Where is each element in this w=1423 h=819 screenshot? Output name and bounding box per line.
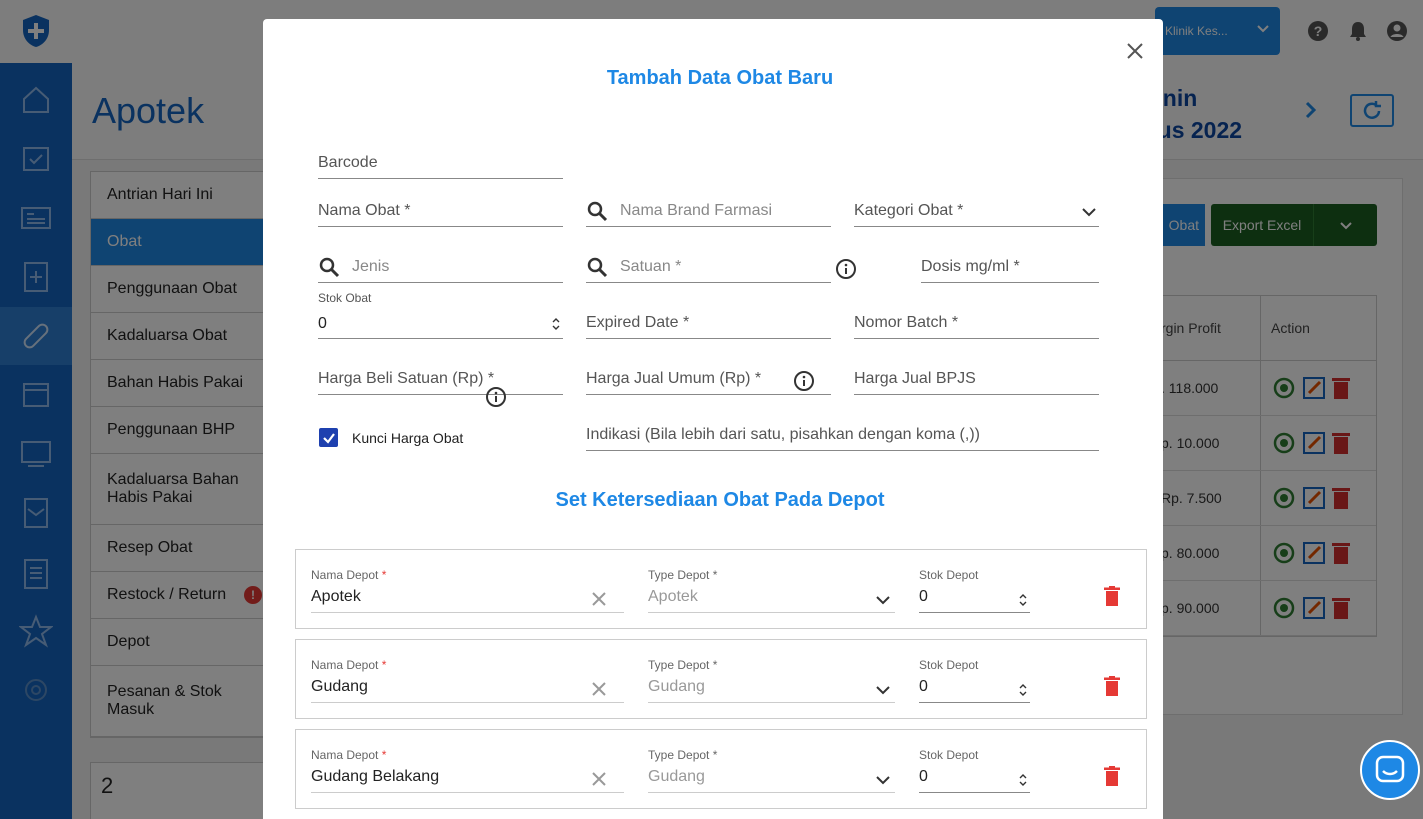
stok-depot-field[interactable]: Stok Depot 0 [919, 658, 1030, 703]
stok-obat-value: 0 [318, 315, 327, 332]
clear-icon[interactable] [590, 770, 608, 788]
stok-depot-label: Stok Depot [919, 568, 979, 582]
satuan-placeholder: Satuan * [620, 258, 682, 275]
type-depot-select[interactable]: Type Depot * Gudang [648, 748, 895, 793]
type-depot-value: Apotek [648, 588, 698, 605]
depot-section-title: Set Ketersediaan Obat Pada Depot [555, 489, 885, 511]
indikasi-field[interactable]: Indikasi (Bila lebih dari satu, pisahkan… [586, 421, 1099, 451]
clear-icon[interactable] [590, 590, 608, 608]
nomor-batch-label: Nomor Batch * [854, 314, 959, 331]
type-depot-select[interactable]: Type Depot * Gudang [648, 658, 895, 703]
delete-depot-icon[interactable] [1104, 676, 1120, 696]
type-depot-select[interactable]: Type Depot * Apotek [648, 568, 895, 613]
depot-row: Nama Depot * Gudang Type Depot * Gudang Stok… [295, 639, 1147, 719]
stok-depot-value: 0 [919, 678, 928, 695]
required-marker: * [381, 568, 387, 582]
stepper-icon[interactable] [1018, 772, 1028, 788]
chevron-down-icon [876, 686, 890, 695]
nomor-batch-field[interactable]: Nomor Batch * [854, 309, 1099, 339]
info-icon[interactable] [835, 258, 857, 280]
nama-depot-label: Nama Depot * [311, 658, 386, 672]
nama-depot-field[interactable]: Nama Depot * Gudang Belakang [311, 748, 624, 793]
jenis-field[interactable]: Jenis [318, 253, 563, 283]
stok-depot-value: 0 [919, 768, 928, 785]
harga-beli-field[interactable]: Harga Beli Satuan (Rp) * [318, 365, 563, 395]
stok-depot-field[interactable]: Stok Depot 0 [919, 748, 1030, 793]
type-depot-label: Type Depot * [648, 568, 718, 582]
nama-depot-value: Gudang Belakang [311, 768, 440, 785]
info-icon[interactable] [485, 386, 507, 408]
harga-jual-label: Harga Jual Umum (Rp) * [586, 370, 762, 387]
search-icon [587, 201, 608, 222]
required-marker: * [381, 658, 387, 672]
chevron-down-icon [876, 596, 890, 605]
barcode-field[interactable]: Barcode [318, 149, 563, 179]
harga-beli-label: Harga Beli Satuan (Rp) * [318, 370, 495, 387]
nama-depot-label: Nama Depot * [311, 748, 386, 762]
stok-depot-label: Stok Depot [919, 658, 979, 672]
depot-row: Nama Depot * Apotek Type Depot * Apotek Stok… [295, 549, 1147, 629]
nama-depot-label-text: Nama Depot [311, 658, 379, 672]
nama-obat-field[interactable]: Nama Obat * [318, 197, 563, 227]
dosis-field[interactable]: Dosis mg/ml * [921, 253, 1099, 283]
nama-depot-label-text: Nama Depot [311, 748, 379, 762]
clear-icon[interactable] [590, 680, 608, 698]
harga-bpjs-field[interactable]: Harga Jual BPJS [854, 365, 1099, 395]
chat-button[interactable] [1360, 740, 1420, 800]
nama-brand-placeholder: Nama Brand Farmasi [620, 202, 773, 219]
nama-depot-label: Nama Depot * [311, 568, 386, 582]
stepper-icon[interactable] [1018, 682, 1028, 698]
type-depot-label: Type Depot * [648, 748, 718, 762]
kunci-harga-label: Kunci Harga Obat [352, 430, 464, 446]
close-icon[interactable] [1125, 41, 1145, 61]
modal-title: Tambah Data Obat Baru [606, 67, 834, 89]
nama-depot-field[interactable]: Nama Depot * Apotek [311, 568, 624, 613]
kategori-obat-label: Kategori Obat * [854, 202, 964, 219]
chevron-down-icon [876, 776, 890, 785]
type-depot-value: Gudang [648, 678, 705, 695]
nama-depot-value: Gudang [311, 678, 368, 695]
chevron-down-icon [1082, 208, 1096, 217]
info-icon[interactable] [793, 370, 815, 392]
stok-depot-value: 0 [919, 588, 928, 605]
nama-depot-value: Apotek [311, 588, 361, 605]
stok-obat-field[interactable]: Stok Obat 0 [318, 291, 563, 339]
add-medicine-modal: Tambah Data Obat Baru Barcode Nama Obat … [263, 19, 1163, 819]
delete-depot-icon[interactable] [1104, 586, 1120, 606]
nama-depot-label-text: Nama Depot [311, 568, 379, 582]
type-depot-value: Gudang [648, 768, 705, 785]
indikasi-label: Indikasi (Bila lebih dari satu, pisahkan… [586, 426, 980, 443]
stepper-icon[interactable] [551, 316, 561, 332]
nama-depot-field[interactable]: Nama Depot * Gudang [311, 658, 624, 703]
search-icon [587, 257, 608, 278]
stepper-icon[interactable] [1018, 592, 1028, 608]
type-depot-label: Type Depot * [648, 658, 718, 672]
nama-brand-field[interactable]: Nama Brand Farmasi [586, 197, 831, 227]
kategori-obat-select[interactable]: Kategori Obat * [854, 197, 1099, 227]
checkmark-icon [322, 432, 335, 444]
jenis-placeholder: Jenis [352, 258, 390, 275]
barcode-label: Barcode [318, 154, 378, 171]
expired-date-field[interactable]: Expired Date * [586, 309, 831, 339]
search-icon [319, 257, 340, 278]
required-marker: * [381, 748, 387, 762]
harga-bpjs-label: Harga Jual BPJS [854, 370, 976, 387]
nama-obat-label: Nama Obat * [318, 202, 411, 219]
kunci-harga-checkbox[interactable] [319, 428, 338, 447]
expired-date-label: Expired Date * [586, 314, 690, 331]
dosis-label: Dosis mg/ml * [921, 258, 1020, 275]
stok-depot-field[interactable]: Stok Depot 0 [919, 568, 1030, 613]
depot-row: Nama Depot * Gudang Belakang Type Depot * G… [295, 729, 1147, 809]
delete-depot-icon[interactable] [1104, 766, 1120, 786]
stok-depot-label: Stok Depot [919, 748, 979, 762]
satuan-field[interactable]: Satuan * [586, 253, 831, 283]
stok-obat-label: Stok Obat [318, 291, 372, 305]
chat-icon [1375, 755, 1405, 783]
